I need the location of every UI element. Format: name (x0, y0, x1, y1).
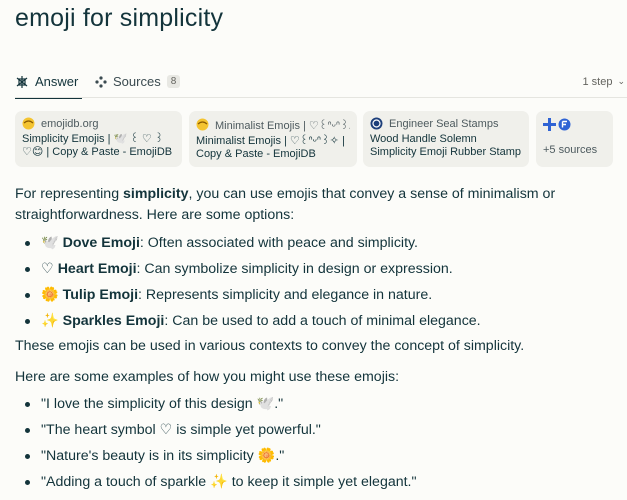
tab-sources[interactable]: Sources 8 (95, 66, 181, 97)
more-sources-card[interactable]: +5 sources (536, 111, 613, 167)
list-item: "Adding a touch of sparkle ✨ to keep it … (15, 469, 620, 495)
examples-list: "I love the simplicity of this design 🕊️… (15, 391, 620, 495)
tab-answer-label: Answer (35, 74, 79, 89)
more-sources-label: +5 sources (543, 144, 598, 156)
source-site: Minimalist Emojis | ♡⁠꒰⁠ᐢ⁠ᵕ⁠ᐢ⁠꒱... (215, 120, 350, 132)
source-card-1[interactable]: emojidb.org Simplicity Emojis | 🕊️ ꒰ ♡ ꒱… (15, 111, 182, 167)
list-item: "Nature's beauty is in its simplicity 🌼.… (15, 443, 620, 469)
tab-sources-label: Sources (113, 74, 161, 89)
intro-text: For representing (15, 186, 124, 202)
option-name: Heart Emoji (57, 261, 137, 277)
answer-icon (15, 75, 29, 89)
answer-body: For representing simplicity, you can use… (15, 184, 620, 495)
list-item: "The heart symbol ♡ is simple yet powerf… (15, 417, 620, 443)
list-item: ✨ Sparkles Emoji: Can be used to add a t… (15, 308, 620, 334)
source-title: Minimalist Emojis | ♡꒰ᐢᵕᐢ꒱✧ | Copy & Pas… (196, 135, 345, 160)
option-desc: : Represents simplicity and elegance in … (138, 287, 433, 303)
list-item: 🌼 Tulip Emoji: Represents simplicity and… (15, 282, 620, 308)
sources-icon (95, 75, 107, 88)
examples-intro: Here are some examples of how you might … (15, 369, 400, 385)
page-title: emoji for simplicity (15, 4, 224, 32)
steps-toggle[interactable]: 1 step ⌄ (582, 66, 625, 97)
source-title: Wood Handle Solemn Simplicity Emoji Rubb… (370, 133, 521, 158)
option-name: Sparkles Emoji (62, 313, 165, 329)
intro-paragraph: For representing simplicity, you can use… (15, 184, 620, 226)
plus-icon (543, 118, 556, 136)
option-desc: : Often associated with peace and simpli… (139, 235, 418, 251)
option-desc: : Can be used to add a touch of minimal … (164, 313, 481, 329)
source-card-2[interactable]: Minimalist Emojis | ♡⁠꒰⁠ᐢ⁠ᵕ⁠ᐢ⁠꒱... Minim… (189, 111, 357, 167)
source-logo-icon (558, 118, 571, 136)
list-item: "I love the simplicity of this design 🕊️… (15, 391, 620, 417)
chevron-down-icon: ⌄ (617, 76, 625, 86)
tab-answer[interactable]: Answer (15, 66, 83, 99)
sparkles-emoji: ✨ (41, 313, 59, 329)
list-item: 🕊️ Dove Emoji: Often associated with pea… (15, 230, 620, 256)
option-name: Tulip Emoji (62, 287, 139, 303)
tab-bar: Answer Sources 8 1 step ⌄ (15, 66, 627, 99)
list-item: ♡ Heart Emoji: Can symbolize simplicity … (15, 256, 620, 282)
summary-paragraph: These emojis can be used in various cont… (15, 338, 525, 354)
source-title: Simplicity Emojis | 🕊️ ꒰ ♡ ꒱ ♡😊 | Copy &… (22, 133, 173, 158)
source-site: Engineer Seal Stamps (389, 117, 499, 130)
intro-bold: simplicity (123, 186, 189, 202)
option-name: Dove Emoji (62, 235, 140, 251)
heart-emoji: ♡ (41, 261, 54, 277)
stamp-favicon-icon (370, 117, 383, 130)
tab-divider (15, 97, 627, 98)
source-site: emojidb.org (41, 117, 99, 130)
flower-emoji: 🌼 (41, 287, 59, 303)
option-desc: : Can symbolize simplicity in design or … (136, 261, 453, 277)
page: emoji for simplicity Answer Sources 8 1 … (0, 0, 627, 500)
options-list: 🕊️ Dove Emoji: Often associated with pea… (15, 230, 620, 334)
steps-label: 1 step (582, 75, 613, 88)
source-card-3[interactable]: Engineer Seal Stamps Wood Handle Solemn … (363, 111, 529, 167)
dove-emoji: 🕊️ (41, 235, 59, 251)
emojidb-favicon-icon (196, 118, 209, 131)
emojidb-favicon-icon (22, 117, 35, 130)
sources-count-badge: 8 (166, 75, 181, 88)
